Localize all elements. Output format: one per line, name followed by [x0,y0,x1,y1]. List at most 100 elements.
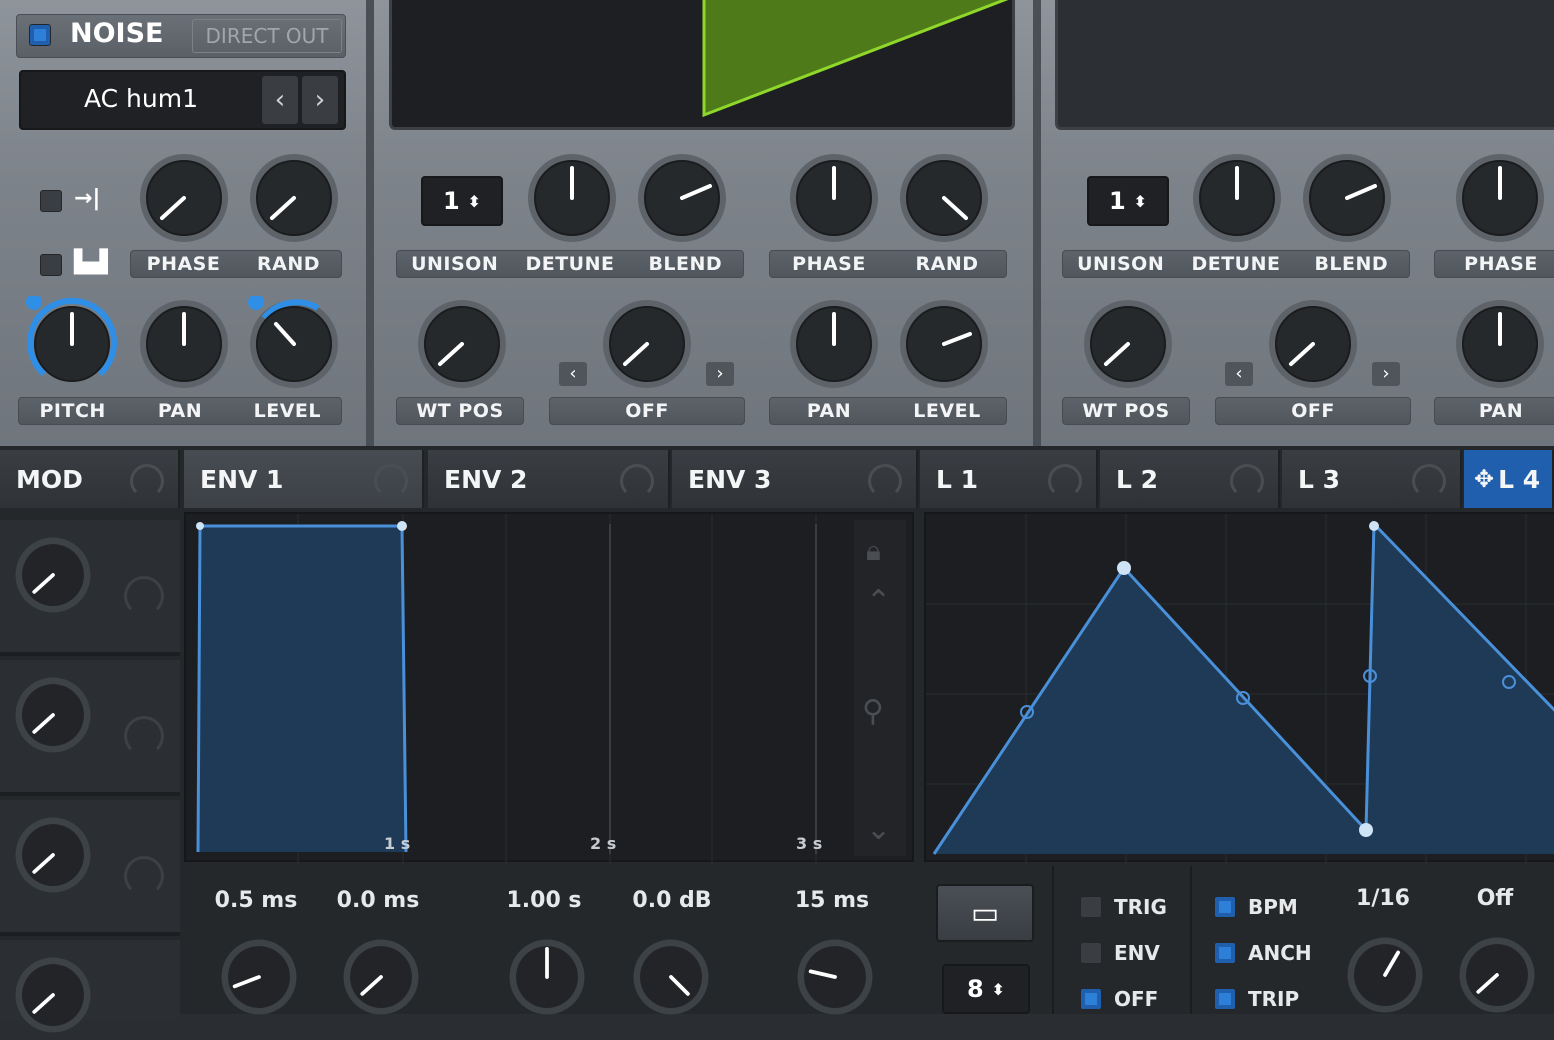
osc-b-phase-knob[interactable] [1452,150,1548,246]
osc-a-level-knob[interactable] [896,296,992,392]
lfo-graph[interactable] [924,512,1554,864]
osc-b-wavetable-display[interactable] [1055,0,1554,130]
macro-knob-4[interactable] [8,950,98,1040]
osc-a-rand-knob[interactable] [896,150,992,246]
bpm-toggle[interactable] [1214,896,1236,918]
env-release-value: 15 ms [794,888,870,913]
ring-icon [1230,464,1264,498]
osc-a-detune-knob[interactable] [524,150,620,246]
updown-icon: ⬍ [991,979,1006,999]
keyboard-icon: ▙▟ [74,250,108,275]
macro-knob-1[interactable] [8,530,98,620]
bpm-label: BPM [1248,895,1298,919]
env-hold-knob[interactable] [336,932,426,1022]
osc-a-warp-label: OFF [549,397,745,425]
next-preset-button[interactable]: › [302,76,338,124]
noise-pitch-knob[interactable] [24,296,120,392]
tab-env3[interactable]: ENV 3 [672,450,918,508]
env-decay-knob[interactable] [502,932,592,1022]
trig-toggle[interactable] [1080,896,1102,918]
divider [1190,866,1192,1014]
lfo-grid-stepper[interactable]: 8 ⬍ [942,964,1030,1014]
osc-b-unison-stepper[interactable]: 1 ⬍ [1087,176,1169,226]
warp-b-next-button[interactable]: › [1372,362,1400,386]
env-attack-knob[interactable] [214,932,304,1022]
chevron-left-icon: ‹ [569,363,577,384]
warp-prev-button[interactable]: ‹ [559,362,587,386]
tab-mod[interactable]: MOD [0,450,180,508]
tab-env1[interactable]: ENV 1 [184,450,424,508]
osc-a-row1-labels-right: PHASE RAND [769,250,1007,278]
noise-phase-knob[interactable] [136,150,232,246]
chevron-down-icon[interactable]: ⌄ [866,812,891,847]
osc-b-phase-label: PHASE [1434,250,1554,278]
tab-lfo3[interactable]: L 3 [1282,450,1462,508]
osc-b-pan-knob[interactable] [1452,296,1548,392]
chevron-up-icon[interactable]: ⌃ [866,584,891,619]
divider [1052,866,1054,1014]
panel-divider [1033,0,1041,446]
chevron-right-icon: › [1382,363,1390,384]
osc-b-wtpos-knob[interactable] [1080,296,1176,392]
direct-out-button[interactable]: DIRECT OUT [192,19,342,53]
lfo-smooth-knob[interactable] [1452,930,1542,1020]
updown-icon: ⬍ [1133,191,1148,211]
env-graph[interactable] [184,512,914,864]
ring-icon [1412,464,1446,498]
env-release-knob[interactable] [790,932,880,1022]
magnifier-icon[interactable]: ⚲ [862,694,884,729]
prev-preset-button[interactable]: ‹ [262,76,298,124]
noise-enable-toggle[interactable] [29,24,51,46]
envelope-curve [196,514,817,864]
anch-label: ANCH [1248,941,1312,965]
key-track-toggle[interactable] [40,190,62,212]
macro-knob-2[interactable] [8,670,98,760]
osc-a-warp-knob[interactable] [599,296,695,392]
macro-knob-3[interactable] [8,810,98,900]
keyboard-toggle[interactable] [40,254,62,276]
off-label: OFF [1114,987,1159,1011]
off-toggle[interactable] [1080,988,1102,1010]
lock-icon[interactable]: 🔒︎ [866,534,881,568]
osc-a-unison-stepper[interactable]: 1 ⬍ [421,176,503,226]
osc-b-pan-label: PAN [1434,397,1554,425]
chevron-right-icon: › [716,363,724,384]
osc-a-wavetable-display[interactable] [389,0,1015,130]
osc-b-wtpos-label: WT POS [1062,397,1190,425]
osc-a-wtpos-knob[interactable] [414,296,510,392]
noise-row1-labels: PHASE RAND [130,250,342,278]
anch-toggle[interactable] [1214,942,1236,964]
trig-label: TRIG [1114,895,1167,919]
env-sustain-knob[interactable] [626,932,716,1022]
lfo-rate-knob[interactable] [1340,930,1430,1020]
osc-b-detune-knob[interactable] [1189,150,1285,246]
move-icon: ✥ [1474,465,1495,493]
trip-toggle[interactable] [1214,988,1236,1010]
noise-pan-knob[interactable] [136,296,232,392]
osc-a-blend-knob[interactable] [634,150,730,246]
env-toggle[interactable] [1080,942,1102,964]
env-time-label-3: 3 s [796,834,823,853]
osc-a-wtpos-label: WT POS [396,397,524,425]
osc-b-warp-knob[interactable] [1265,296,1361,392]
osc-b-blend-knob[interactable] [1299,150,1395,246]
lfo-preset-folder-button[interactable]: ▭ [936,884,1034,942]
tab-lfo2[interactable]: L 2 [1100,450,1280,508]
folder-icon: ▭ [970,895,1000,931]
osc-a-phase-knob[interactable] [786,150,882,246]
tab-lfo1[interactable]: L 1 [920,450,1098,508]
warp-b-prev-button[interactable]: ‹ [1225,362,1253,386]
env-decay-value: 1.00 s [506,888,582,913]
warp-next-button[interactable]: › [706,362,734,386]
noise-preset-name: AC hum1 [83,84,198,113]
tab-env2[interactable]: ENV 2 [428,450,670,508]
noise-level-knob[interactable] [246,296,342,392]
tab-lfo4[interactable]: ✥ L 4 [1464,450,1554,508]
env-time-label-2: 2 s [590,834,617,853]
noise-rand-knob[interactable] [246,150,342,246]
arrow-right-bar-icon: →| [74,186,101,211]
noise-title: NOISE [70,18,164,49]
chevron-left-icon: ‹ [1235,363,1243,384]
osc-a-pan-knob[interactable] [786,296,882,392]
osc-b-row1-labels-left: UNISON DETUNE BLEND [1062,250,1410,278]
